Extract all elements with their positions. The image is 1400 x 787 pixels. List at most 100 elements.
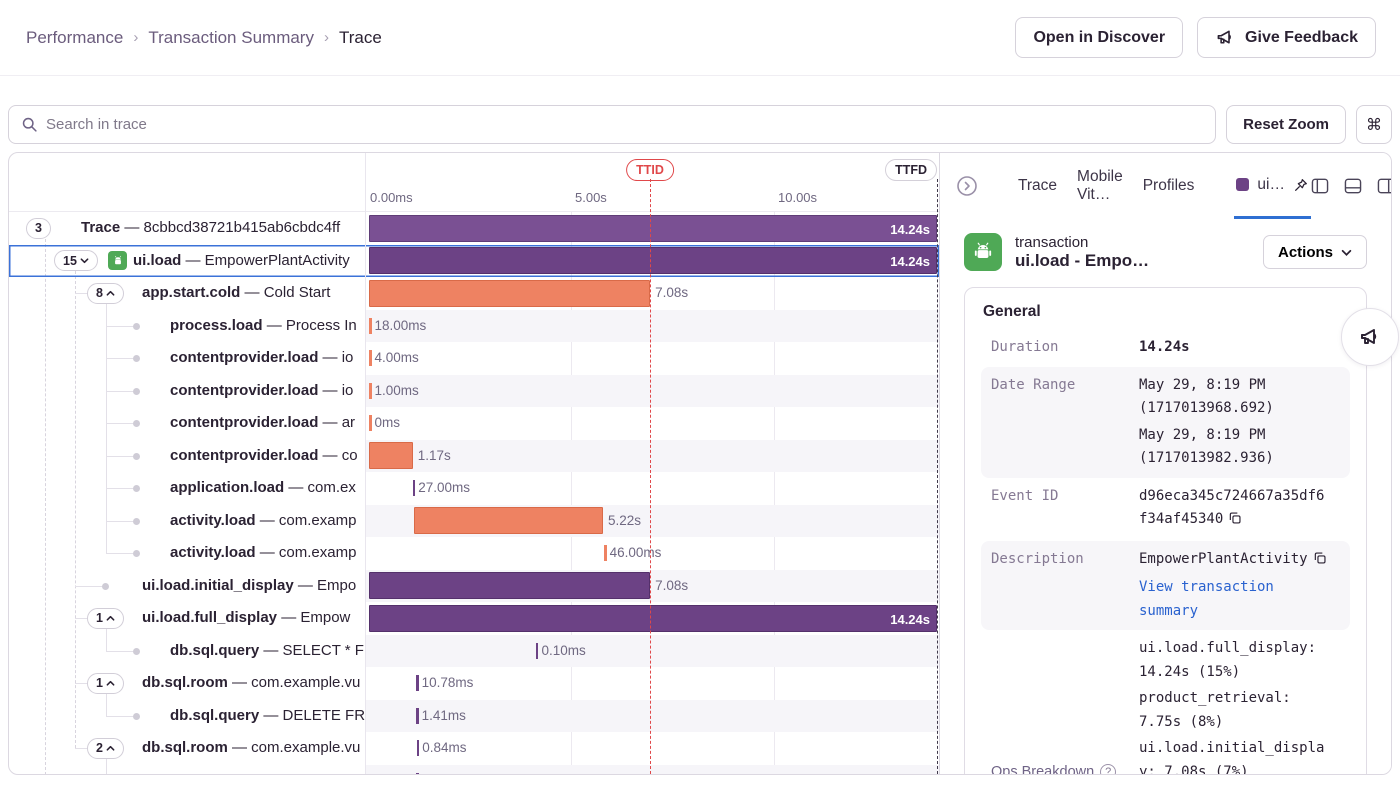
dock-right-icon[interactable] (1377, 178, 1391, 194)
span-row[interactable]: activity.load — com.examp46.00ms (9, 537, 939, 570)
detail-value-text: May 29, 8:19 PM (1717013968.692) (1139, 377, 1274, 417)
view-transaction-summary-link[interactable]: View transaction summary (1139, 579, 1274, 619)
span-bar[interactable] (369, 280, 650, 307)
span-tick[interactable] (416, 708, 419, 724)
pin-tab-icon[interactable] (1293, 177, 1309, 193)
span-timeline-cell[interactable]: 4.00ms (366, 342, 939, 375)
span-leaf-dot (133, 323, 140, 330)
detail-key: Ops Breakdown ? (991, 761, 1139, 775)
span-label: Trace — 8cbbcd38721b415ab6cbdc4ff (81, 212, 340, 245)
duration-label: 7.08s (655, 570, 688, 603)
actions-button[interactable]: Actions (1263, 235, 1367, 269)
span-timeline-cell[interactable]: 0.84ms (366, 732, 939, 765)
span-timeline-cell[interactable]: 0ms (366, 407, 939, 440)
span-tick[interactable] (604, 545, 607, 561)
span-row[interactable]: ui.load.initial_display — Empo 7.08s (9, 570, 939, 603)
span-bar[interactable] (369, 442, 413, 469)
copy-icon[interactable] (1313, 550, 1327, 574)
tab-ui-load-active[interactable]: ui… (1234, 153, 1311, 219)
span-timeline-cell[interactable]: 1.00ms (366, 375, 939, 408)
span-timeline-cell[interactable]: 5.22s (366, 505, 939, 538)
span-label: db.sql.query — SELECT * F (170, 635, 364, 668)
breadcrumb-performance[interactable]: Performance (26, 28, 123, 48)
ttfd-marker-pill[interactable]: TTFD (885, 159, 937, 181)
help-icon[interactable]: ? (1100, 764, 1116, 774)
expand-collapse-badge[interactable]: 15 (54, 250, 98, 271)
span-timeline-cell[interactable]: 0.10ms (366, 635, 939, 668)
search-bar[interactable] (8, 105, 1216, 144)
span-timeline-cell[interactable]: 27.00ms (366, 472, 939, 505)
span-timeline-cell[interactable]: 1.17s (366, 440, 939, 473)
feedback-bubble-button[interactable] (1341, 308, 1399, 366)
span-row[interactable]: 1ui.load.full_display — Empow14.24s (9, 602, 939, 635)
expand-collapse-badge[interactable]: 2 (87, 738, 124, 759)
span-timeline-cell[interactable]: 1.41ms (366, 700, 939, 733)
tab-profiles[interactable]: Profiles (1143, 177, 1195, 195)
span-tick[interactable] (369, 350, 372, 366)
collapse-drawer-button[interactable] (956, 153, 978, 219)
span-timeline-cell[interactable]: 14.24s (366, 245, 939, 278)
expand-collapse-badge[interactable]: 3 (26, 218, 51, 239)
dock-bottom-icon[interactable] (1344, 178, 1362, 194)
give-feedback-button[interactable]: Give Feedback (1197, 17, 1376, 58)
span-row[interactable]: 8app.start.cold — Cold Start7.08s (9, 277, 939, 310)
expand-collapse-badge[interactable]: 1 (87, 608, 124, 629)
search-input[interactable] (46, 116, 1203, 133)
trace-toolbar: Reset Zoom ⌘ (8, 105, 1392, 144)
span-timeline-cell[interactable]: 46.00ms (366, 537, 939, 570)
duration-label: 14.24s (890, 606, 930, 633)
span-tick[interactable] (416, 675, 419, 691)
span-timeline-cell[interactable]: 7.08s (366, 570, 939, 603)
android-icon (108, 251, 127, 270)
span-row[interactable]: 3 Trace — 8cbbcd38721b415ab6cbdc4ff 14.24s (9, 212, 939, 245)
span-row[interactable]: contentprovider.load — co1.17s (9, 440, 939, 473)
ttid-marker-pill[interactable]: TTID (626, 159, 674, 181)
span-tick[interactable] (369, 415, 372, 431)
span-row[interactable]: activity.load — com.examp5.22s (9, 505, 939, 538)
reset-zoom-button[interactable]: Reset Zoom (1226, 105, 1346, 144)
span-tick[interactable] (413, 480, 416, 496)
span-row[interactable]: 2db.sql.room — com.example.vu0.84ms (9, 732, 939, 765)
span-row[interactable]: 1db.sql.room — com.example.vu10.78ms (9, 667, 939, 700)
span-timeline-cell[interactable]: 14.24s (366, 212, 939, 245)
span-row[interactable]: 15ui.load — EmpowerPlantActivity14.24s (9, 245, 939, 278)
span-row[interactable]: application.load — com.ex27.00ms (9, 472, 939, 505)
tree-connector (75, 748, 87, 749)
transaction-type-label: transaction (1015, 234, 1149, 251)
tab-mobile-vitals[interactable]: Mobile Vit… (1077, 168, 1123, 204)
open-in-discover-button[interactable]: Open in Discover (1015, 17, 1183, 58)
expand-collapse-badge[interactable]: 8 (87, 283, 124, 304)
span-row[interactable]: process.load — Process In18.00ms (9, 310, 939, 343)
span-bar[interactable]: 14.24s (369, 605, 937, 632)
span-tick[interactable] (416, 773, 419, 776)
span-label: ui.load.initial_display — Empo (142, 570, 356, 603)
span-tick[interactable] (369, 383, 372, 399)
span-timeline-cell[interactable]: 0.78ms (366, 765, 939, 776)
copy-icon[interactable] (1228, 510, 1242, 534)
span-row[interactable]: contentprovider.load — ar0ms (9, 407, 939, 440)
span-timeline-cell[interactable]: 18.00ms (366, 310, 939, 343)
tree-connector (75, 293, 87, 294)
span-tick[interactable] (417, 740, 420, 756)
span-timeline-cell[interactable]: 14.24s (366, 602, 939, 635)
span-tree-cell: contentprovider.load — ar (9, 407, 366, 440)
span-tick[interactable] (369, 318, 372, 334)
span-row[interactable]: contentprovider.load — io1.00ms (9, 375, 939, 408)
span-bar[interactable] (369, 572, 650, 599)
shortcuts-button[interactable]: ⌘ (1356, 105, 1392, 144)
span-bar[interactable]: 14.24s (369, 215, 937, 242)
span-row[interactable]: db.sql.query — DELETE FR1.41ms (9, 700, 939, 733)
span-bar[interactable] (414, 507, 603, 534)
span-row[interactable]: db.sql.query — SELECT * F0.10ms (9, 635, 939, 668)
span-timeline-cell[interactable]: 7.08s (366, 277, 939, 310)
span-timeline-cell[interactable]: 10.78ms (366, 667, 939, 700)
breadcrumb-transaction-summary[interactable]: Transaction Summary (148, 28, 314, 48)
span-bar[interactable]: 14.24s (369, 247, 937, 274)
expand-collapse-badge[interactable]: 1 (87, 673, 124, 694)
span-tick[interactable] (536, 643, 539, 659)
tab-trace[interactable]: Trace (1018, 177, 1057, 195)
duration-label: 27.00ms (418, 472, 470, 505)
dock-left-icon[interactable] (1311, 178, 1329, 194)
span-row[interactable]: contentprovider.load — io4.00ms (9, 342, 939, 375)
span-row[interactable]: db.sql.query — INSERT OR0.78ms (9, 765, 939, 776)
